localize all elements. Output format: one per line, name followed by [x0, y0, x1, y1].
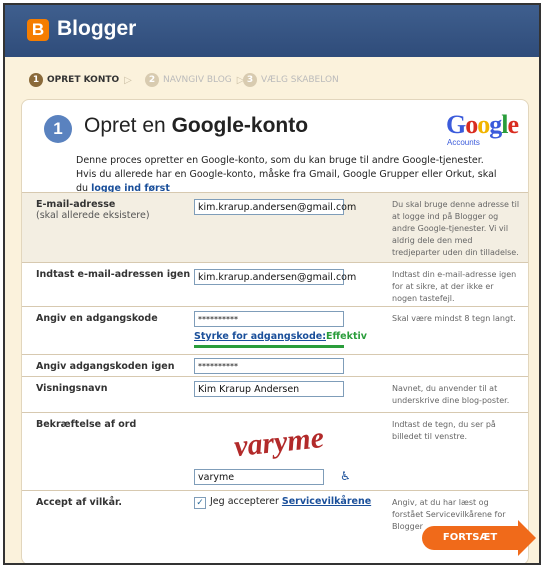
captcha-label-text: Bekræftelse af ord — [36, 419, 137, 430]
email-help: Du skal bruge denne adresse til at logge… — [392, 200, 520, 257]
password-confirm-field[interactable]: ********** — [194, 358, 344, 374]
google-letter: e — [507, 110, 519, 139]
step-label: OPRET KONTO — [47, 75, 120, 85]
google-letter: o — [477, 110, 490, 139]
step-label: VÆLG SKABELON — [261, 75, 339, 85]
terms-text-prefix: Jeg accepterer — [210, 496, 282, 507]
step-number: 2 — [145, 73, 159, 87]
signup-panel: 1 Opret en Google-konto Google Accounts … — [21, 99, 536, 563]
email-confirm-help: Indtast din e-mail-adresse igen for at s… — [392, 270, 517, 303]
page-title: Opret en Google-konto — [84, 114, 308, 138]
password-label-text: Angiv en adgangskode — [36, 313, 158, 324]
password-strength-bar — [194, 345, 344, 348]
step-badge: 1 — [44, 115, 72, 143]
email-field[interactable]: kim.krarup.andersen@gmail.com — [194, 199, 356, 215]
page-frame: B Blogger 1 OPRET KONTO ▷ 2 NAVNGIV BLOG… — [3, 3, 541, 565]
password-help: Skal være mindst 8 tegn langt. — [392, 314, 516, 323]
title-bold: Google-konto — [171, 114, 309, 137]
display-name-label-text: Visningsnavn — [36, 383, 108, 394]
password-strength-label[interactable]: Styrke for adgangskode: — [194, 331, 326, 342]
captcha-field[interactable]: varyme — [194, 469, 324, 485]
blogger-brand-name[interactable]: Blogger — [57, 17, 136, 41]
email-confirm-row: Indtast e-mail-adressen igen kim.krarup.… — [22, 262, 528, 306]
email-confirm-field[interactable]: kim.krarup.andersen@gmail.com — [194, 269, 356, 285]
terms-label: Accept af vilkår. — [36, 497, 196, 508]
password-strength-value: Effektiv — [326, 331, 367, 342]
step-create-account: 1 OPRET KONTO ▷ — [29, 73, 137, 87]
google-letter: o — [465, 110, 478, 139]
step-number: 3 — [243, 73, 257, 87]
triangle-right-icon: ▷ — [124, 74, 132, 86]
intro-text: Denne proces opretter en Google-konto, s… — [76, 154, 506, 196]
password-confirm-label-text: Angiv adgangskoden igen — [36, 361, 175, 372]
blogger-logo-icon[interactable]: B — [27, 19, 49, 41]
captcha-label: Bekræftelse af ord — [36, 419, 196, 430]
step-label: NAVNGIV BLOG — [163, 75, 232, 85]
continue-button[interactable]: FORTSÆT — [422, 526, 518, 550]
captcha-row: Bekræftelse af ord varyme varyme ♿ Indta… — [22, 412, 528, 490]
terms-text: Jeg accepterer Servicevilkårene — [210, 496, 371, 507]
google-letter: G — [446, 110, 466, 139]
password-strength: Styrke for adgangskode:Effektiv — [194, 331, 367, 342]
email-confirm-label: Indtast e-mail-adressen igen — [36, 269, 196, 280]
display-name-help: Navnet, du anvender til at underskrive d… — [392, 384, 510, 405]
google-accounts-label: Accounts — [447, 138, 480, 147]
email-label: E-mail-adresse (skal allerede eksistere) — [36, 199, 196, 221]
display-name-field[interactable]: Kim Krarup Andersen — [194, 381, 344, 397]
display-name-row: Visningsnavn Kim Krarup Andersen Navnet,… — [22, 376, 528, 412]
title-prefix: Opret en — [84, 114, 172, 137]
arrow-right-icon[interactable] — [518, 520, 536, 556]
terms-label-text: Accept af vilkår. — [36, 497, 122, 508]
email-sublabel: (skal allerede eksistere) — [36, 210, 150, 221]
step-number: 1 — [29, 73, 43, 87]
password-row: Angiv en adgangskode ********** Styrke f… — [22, 306, 528, 354]
password-confirm-label: Angiv adgangskoden igen — [36, 361, 196, 372]
blogger-header: B Blogger — [5, 5, 539, 57]
google-logo: Google — [446, 110, 519, 140]
password-label: Angiv en adgangskode — [36, 313, 196, 324]
password-confirm-row: Angiv adgangskoden igen ********** — [22, 354, 528, 376]
terms-checkbox[interactable]: ✓ — [194, 497, 206, 509]
captcha-text: varyme — [233, 421, 326, 463]
step-choose-template: 3 VÆLG SKABELON — [243, 73, 339, 87]
captcha-image: varyme — [233, 421, 326, 463]
step-name-blog: 2 NAVNGIV BLOG ▷ — [145, 73, 249, 87]
password-field[interactable]: ********** — [194, 311, 344, 327]
email-row: E-mail-adresse (skal allerede eksistere) … — [22, 192, 528, 262]
wheelchair-icon[interactable]: ♿ — [340, 469, 352, 483]
terms-link[interactable]: Servicevilkårene — [282, 496, 371, 507]
display-name-label: Visningsnavn — [36, 383, 196, 394]
email-label-text: E-mail-adresse — [36, 199, 116, 210]
email-confirm-label-text: Indtast e-mail-adressen igen — [36, 269, 191, 280]
google-letter: g — [489, 110, 502, 139]
captcha-help: Indtast de tegn, du ser på billedet til … — [392, 420, 496, 441]
